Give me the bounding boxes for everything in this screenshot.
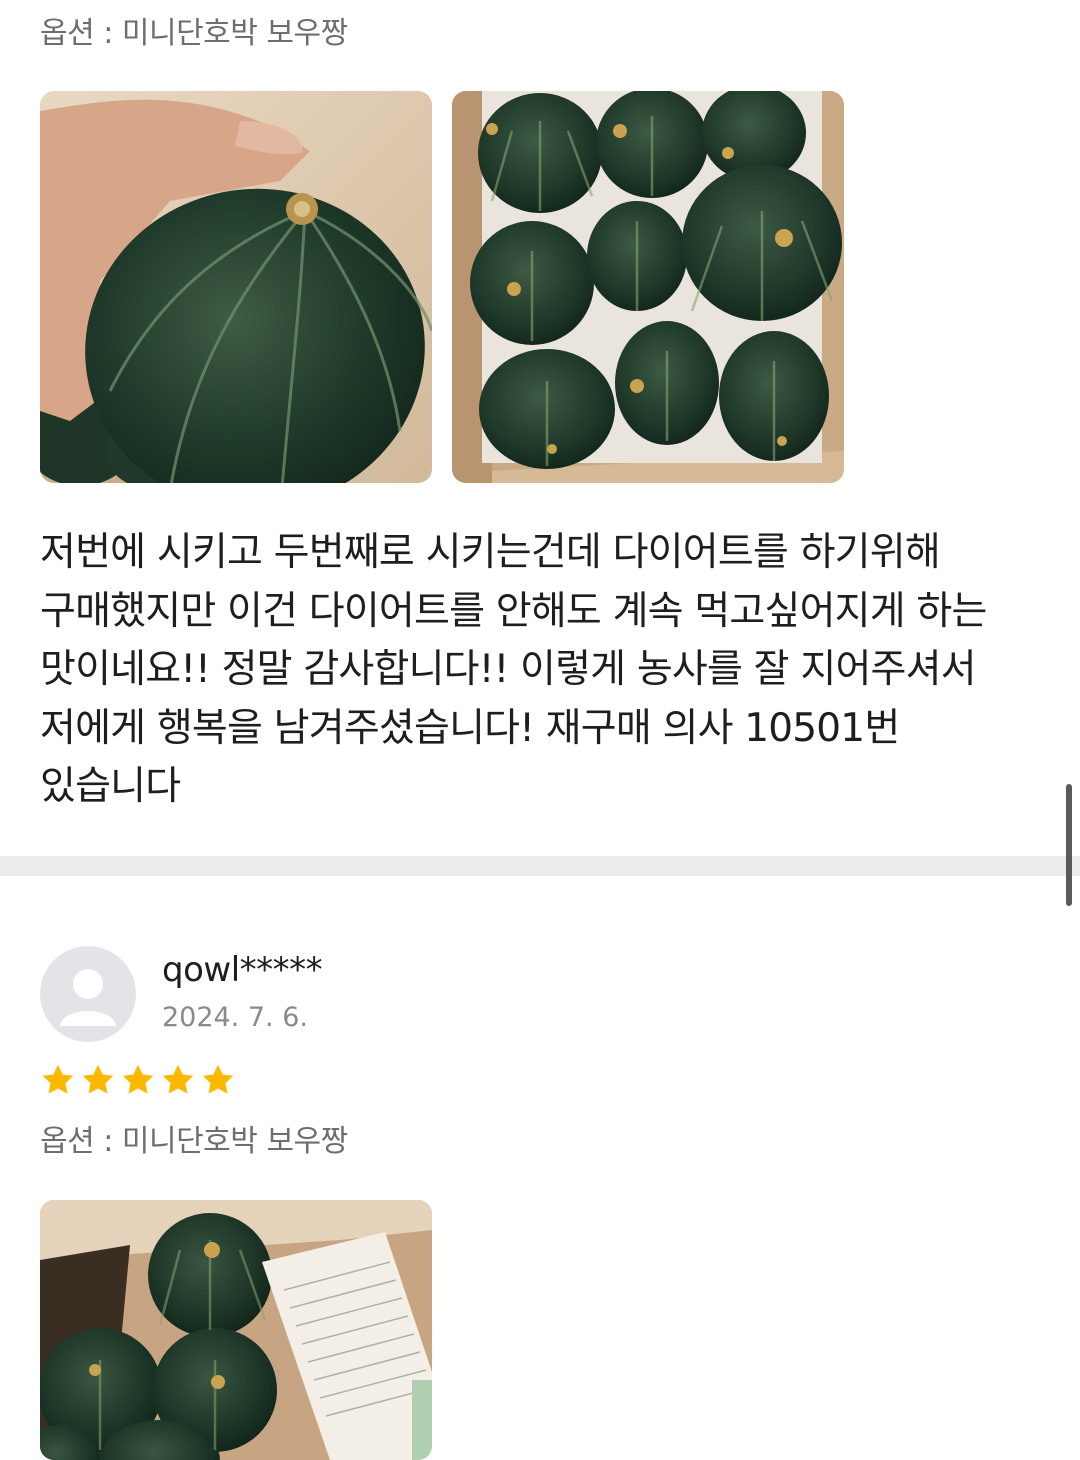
review-photo[interactable] [40, 1200, 432, 1460]
review-option: 옵션 : 미니단호박 보우짱 [40, 1124, 348, 1159]
review-text: 저번에 시키고 두번째로 시키는건데 다이어트를 하기위해 구매했지만 이건 다… [40, 530, 987, 809]
reviewer-name: qowl***** [162, 950, 323, 990]
review-photo[interactable] [40, 91, 432, 483]
star-icon [120, 1062, 156, 1098]
pumpkins-in-box-image [452, 91, 844, 483]
review-photo[interactable] [452, 91, 844, 483]
pumpkins-with-letter-image [40, 1200, 432, 1460]
review-date: 2024. 7. 6. [162, 1002, 308, 1033]
star-icon [40, 1062, 76, 1098]
star-rating [40, 1062, 236, 1098]
reviewer-avatar [40, 946, 136, 1042]
default-user-avatar-icon [40, 946, 136, 1042]
star-icon [160, 1062, 196, 1098]
review-option: 옵션 : 미니단호박 보우짱 [40, 16, 348, 51]
star-icon [80, 1062, 116, 1098]
scrollbar[interactable] [1066, 784, 1072, 906]
review-divider [0, 856, 1080, 876]
pumpkin-in-hand-image [40, 91, 432, 483]
star-icon [200, 1062, 236, 1098]
